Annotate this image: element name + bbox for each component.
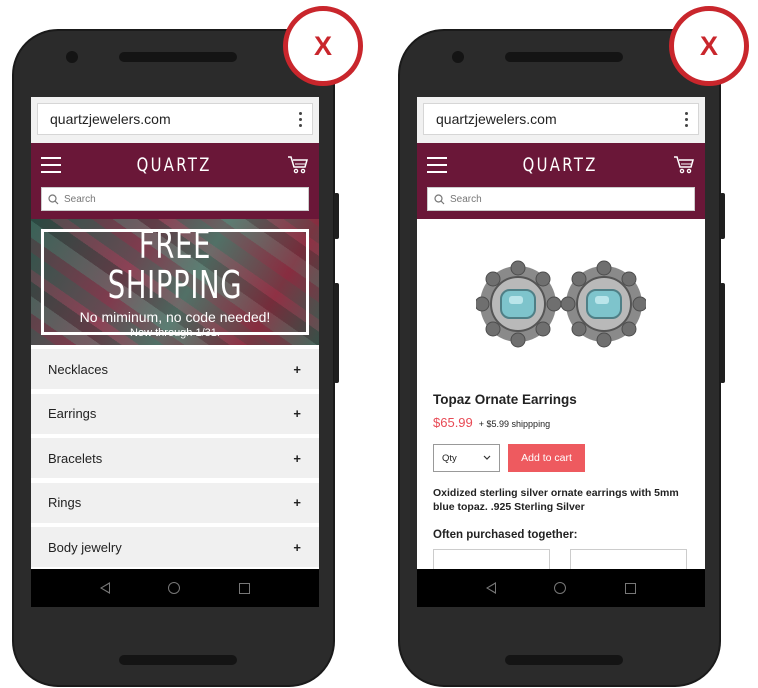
volume-button	[334, 193, 339, 239]
expand-plus-icon[interactable]: +	[293, 540, 301, 555]
search-bar	[427, 187, 695, 211]
search-input[interactable]	[64, 193, 284, 205]
power-button	[720, 283, 725, 383]
recent-apps-icon[interactable]	[238, 582, 250, 594]
chevron-down-icon	[483, 455, 491, 460]
promo-banner[interactable]: FREE SHIPPING No miminum, no code needed…	[31, 219, 319, 345]
add-to-cart-button[interactable]: Add to cart	[508, 444, 585, 472]
browser-menu-icon[interactable]	[685, 111, 688, 127]
earpiece-speaker	[505, 52, 623, 62]
browser-url-bar: quartzjewelers.com	[417, 97, 705, 143]
category-label: Rings	[48, 495, 82, 510]
product-image[interactable]	[417, 219, 705, 389]
android-nav-bar	[31, 569, 319, 607]
hamburger-menu-icon[interactable]	[41, 157, 61, 173]
url-field[interactable]: quartzjewelers.com	[37, 103, 313, 135]
product-name: Topaz Ornate Earrings	[433, 392, 577, 407]
android-nav-bar	[417, 569, 705, 607]
site-header: QUARTZ	[31, 143, 319, 219]
category-earrings[interactable]: Earrings +	[31, 393, 319, 434]
promo-title: FREE SHIPPING	[107, 223, 243, 307]
product-details: Topaz Ornate Earrings $65.99 + $5.99 shi…	[417, 392, 705, 579]
bottom-speaker	[505, 655, 623, 665]
back-icon[interactable]	[100, 582, 111, 594]
browser-url-bar: quartzjewelers.com	[31, 97, 319, 143]
shopping-cart-icon[interactable]	[287, 155, 309, 175]
category-label: Necklaces	[48, 361, 108, 377]
product-price: $65.99	[433, 415, 473, 430]
site-header: QUARTZ	[417, 143, 705, 219]
phone-screen: quartzjewelers.com QUARTZ Search Topaz O…	[417, 97, 705, 607]
url-text: quartzjewelers.com	[50, 111, 171, 127]
category-label: Earrings	[48, 406, 97, 421]
recent-apps-icon[interactable]	[624, 582, 636, 594]
earrings-image	[476, 260, 646, 348]
shopping-cart-icon[interactable]	[673, 155, 695, 175]
search-icon	[48, 193, 59, 204]
url-field[interactable]: quartzjewelers.com	[423, 103, 699, 135]
url-text: quartzjewelers.com	[436, 111, 557, 127]
power-button	[334, 283, 339, 383]
often-purchased-heading: Often purchased together:	[433, 529, 578, 541]
expand-plus-icon[interactable]: +	[293, 495, 301, 510]
back-icon[interactable]	[486, 582, 497, 594]
phone-screen: quartzjewelers.com QUARTZ FREE SHIPPING …	[31, 97, 319, 607]
front-camera	[452, 51, 464, 63]
quantity-label: Qty	[442, 452, 457, 464]
expand-plus-icon[interactable]: +	[293, 451, 301, 466]
brand-logo[interactable]: QUARTZ	[522, 154, 597, 176]
category-list: Necklaces + Earrings + Bracelets + Rings…	[31, 345, 319, 567]
browser-menu-icon[interactable]	[299, 111, 302, 127]
home-icon[interactable]	[168, 582, 181, 594]
shipping-price: + $5.99 shippping	[478, 419, 551, 429]
search-input[interactable]	[450, 193, 670, 205]
search-bar	[41, 187, 309, 211]
volume-button	[720, 193, 725, 239]
promo-subtitle: No miminum, no code needed!	[79, 309, 271, 325]
category-necklaces[interactable]: Necklaces +	[31, 349, 319, 389]
reject-x-mark: X	[283, 6, 363, 86]
category-rings[interactable]: Rings +	[31, 482, 319, 523]
expand-plus-icon[interactable]: +	[293, 406, 301, 421]
category-label: Bracelets	[48, 450, 103, 466]
category-bracelets[interactable]: Bracelets +	[31, 438, 319, 478]
expand-plus-icon[interactable]: +	[293, 362, 301, 377]
reject-x-mark: X	[669, 6, 749, 86]
promo-date: Now through 1/31.	[130, 327, 220, 339]
left-phone: quartzjewelers.com QUARTZ FREE SHIPPING …	[12, 29, 339, 687]
hamburger-menu-icon[interactable]	[427, 157, 447, 173]
product-description: Oxidized sterling silver ornate earrings…	[433, 487, 679, 513]
category-body-jewelry[interactable]: Body jewelry +	[31, 527, 319, 567]
bottom-speaker	[119, 655, 237, 665]
earpiece-speaker	[119, 52, 237, 62]
home-icon[interactable]	[554, 582, 567, 594]
right-phone: quartzjewelers.com QUARTZ Search Topaz O…	[398, 29, 725, 687]
front-camera	[66, 51, 78, 63]
quantity-select[interactable]: Qty	[433, 444, 500, 472]
search-icon	[434, 193, 445, 204]
brand-logo[interactable]: QUARTZ	[136, 154, 211, 176]
promo-banner-frame: FREE SHIPPING No miminum, no code needed…	[41, 225, 309, 339]
category-label: Body jewelry	[48, 539, 122, 555]
